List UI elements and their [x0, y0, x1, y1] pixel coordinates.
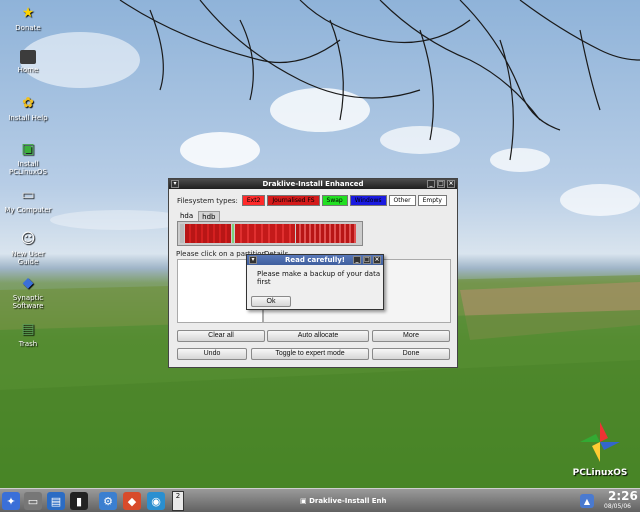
- desktop-icon-label: My Computer: [4, 206, 52, 214]
- package-manager-icon[interactable]: ◆: [123, 492, 141, 510]
- toggle-expert-mode-button[interactable]: Toggle to expert mode: [251, 348, 369, 360]
- computer-icon: ▭: [21, 187, 35, 203]
- help-icon: ✿: [22, 95, 34, 111]
- desktop-icon-synaptic[interactable]: ◆ Synaptic Software: [0, 274, 56, 310]
- partition-segment[interactable]: [235, 224, 295, 243]
- desktop-icon-label: Home: [17, 66, 39, 74]
- close-icon[interactable]: ×: [447, 180, 455, 188]
- terminal-icon[interactable]: ▮: [70, 492, 88, 510]
- settings-icon[interactable]: ⚙: [99, 492, 117, 510]
- desktop-icon-home[interactable]: Home: [0, 50, 56, 74]
- package-icon: ◆: [22, 275, 34, 291]
- window-titlebar[interactable]: ▾ Draklive-Install Enhanced _ □ ×: [169, 179, 457, 189]
- user-guide-icon: ☺: [20, 231, 36, 247]
- home-folder-icon: [20, 50, 36, 64]
- tray-icon[interactable]: ▲: [580, 494, 594, 508]
- auto-allocate-button[interactable]: Auto allocate: [267, 330, 369, 342]
- fs-type-other[interactable]: Other: [388, 195, 416, 206]
- read-carefully-dialog: ▾ Read carefully! _ □ × Please make a ba…: [246, 254, 384, 310]
- desktop-icon-my-computer[interactable]: ▭ My Computer: [0, 186, 56, 214]
- app-icon: ▣: [300, 497, 310, 505]
- taskbar: ✦ ▭ ▤ ▮ ⚙ ◆ ◉ 2 ▣ Draklive-Install Enh ▲…: [0, 488, 640, 512]
- filesystem-legend: Filesystem types: Ext2 Journalised FS Sw…: [177, 195, 447, 206]
- ok-button[interactable]: Ok: [251, 296, 291, 307]
- clear-all-button[interactable]: Clear all: [177, 330, 265, 342]
- desktop-icon-label: Synaptic Software: [12, 294, 44, 310]
- desktop-icon-install-pclinuxos[interactable]: ▣ Install PCLinuxOS: [0, 140, 56, 176]
- partition-segment[interactable]: [232, 224, 234, 243]
- desktop-icon-trash[interactable]: ▤ Trash: [0, 320, 56, 348]
- fs-type-empty[interactable]: Empty: [417, 195, 447, 206]
- network-icon[interactable]: ◉: [147, 492, 165, 510]
- start-menu-icon[interactable]: ✦: [2, 492, 20, 510]
- workspace-pager[interactable]: 2: [172, 491, 184, 511]
- dialog-maximize-icon[interactable]: □: [363, 256, 371, 264]
- dialog-close-icon[interactable]: ×: [373, 256, 381, 264]
- more-button[interactable]: More: [372, 330, 450, 342]
- dialog-title: Read carefully!: [285, 256, 345, 264]
- partition-segment[interactable]: [180, 224, 184, 243]
- fs-type-windows[interactable]: Windows: [349, 195, 387, 206]
- filesystem-types-label: Filesystem types:: [177, 196, 238, 205]
- fs-type-swap[interactable]: Swap: [321, 195, 348, 206]
- disk-tabs: hda hdb: [177, 211, 220, 221]
- star-icon: ★: [21, 5, 35, 21]
- window-title: Draklive-Install Enhanced: [262, 180, 364, 188]
- undo-button[interactable]: Undo: [177, 348, 247, 360]
- done-button[interactable]: Done: [372, 348, 450, 360]
- partition-segment[interactable]: [185, 224, 231, 243]
- dialog-minimize-icon[interactable]: _: [353, 256, 361, 264]
- pclinuxos-logo: [580, 422, 620, 462]
- task-label: Draklive-Install Enh: [309, 497, 387, 505]
- minimize-icon[interactable]: _: [427, 180, 435, 188]
- desktop-icon-donate[interactable]: ★ Donate: [0, 4, 56, 32]
- show-desktop-icon[interactable]: ▭: [24, 492, 42, 510]
- install-icon: ▣: [21, 141, 35, 157]
- desktop-icon-label: Install Help: [8, 114, 48, 122]
- fs-type-ext2[interactable]: Ext2: [241, 195, 266, 206]
- maximize-icon[interactable]: □: [437, 180, 445, 188]
- desktop-icon-install-help[interactable]: ✿ Install Help: [0, 94, 56, 122]
- desktop-icon-label: Install PCLinuxOS: [9, 160, 47, 176]
- partition-segment[interactable]: [296, 224, 356, 243]
- dialog-message: Please make a backup of your data first: [257, 270, 381, 286]
- tab-hdb[interactable]: hdb: [198, 211, 220, 221]
- taskbar-item-draklive[interactable]: ▣ Draklive-Install Enh: [300, 491, 387, 511]
- brand-text: PCLinuxOS: [572, 468, 628, 478]
- pager-desktop-2[interactable]: 2: [173, 492, 183, 501]
- desktop-icon-label: Trash: [18, 340, 38, 348]
- desktop-icon-label: Donate: [15, 24, 41, 32]
- tab-hda[interactable]: hda: [177, 211, 196, 221]
- trash-icon: ▤: [21, 321, 35, 337]
- partition-map[interactable]: [177, 221, 363, 246]
- clock-date: 08/05/06: [604, 503, 631, 510]
- fs-type-journalised[interactable]: Journalised FS: [267, 195, 320, 206]
- dialog-titlebar[interactable]: ▾ Read carefully! _ □ ×: [247, 255, 383, 265]
- clock-time[interactable]: 2:26: [608, 489, 638, 503]
- tree-branches: [119, 0, 640, 161]
- window-menu-icon[interactable]: ▾: [171, 180, 179, 188]
- dialog-menu-icon[interactable]: ▾: [249, 256, 257, 264]
- file-manager-icon[interactable]: ▤: [47, 492, 65, 510]
- desktop-icon-new-user-guide[interactable]: ☺ New User Guide: [0, 230, 56, 266]
- desktop-icon-label: New User Guide: [11, 250, 45, 266]
